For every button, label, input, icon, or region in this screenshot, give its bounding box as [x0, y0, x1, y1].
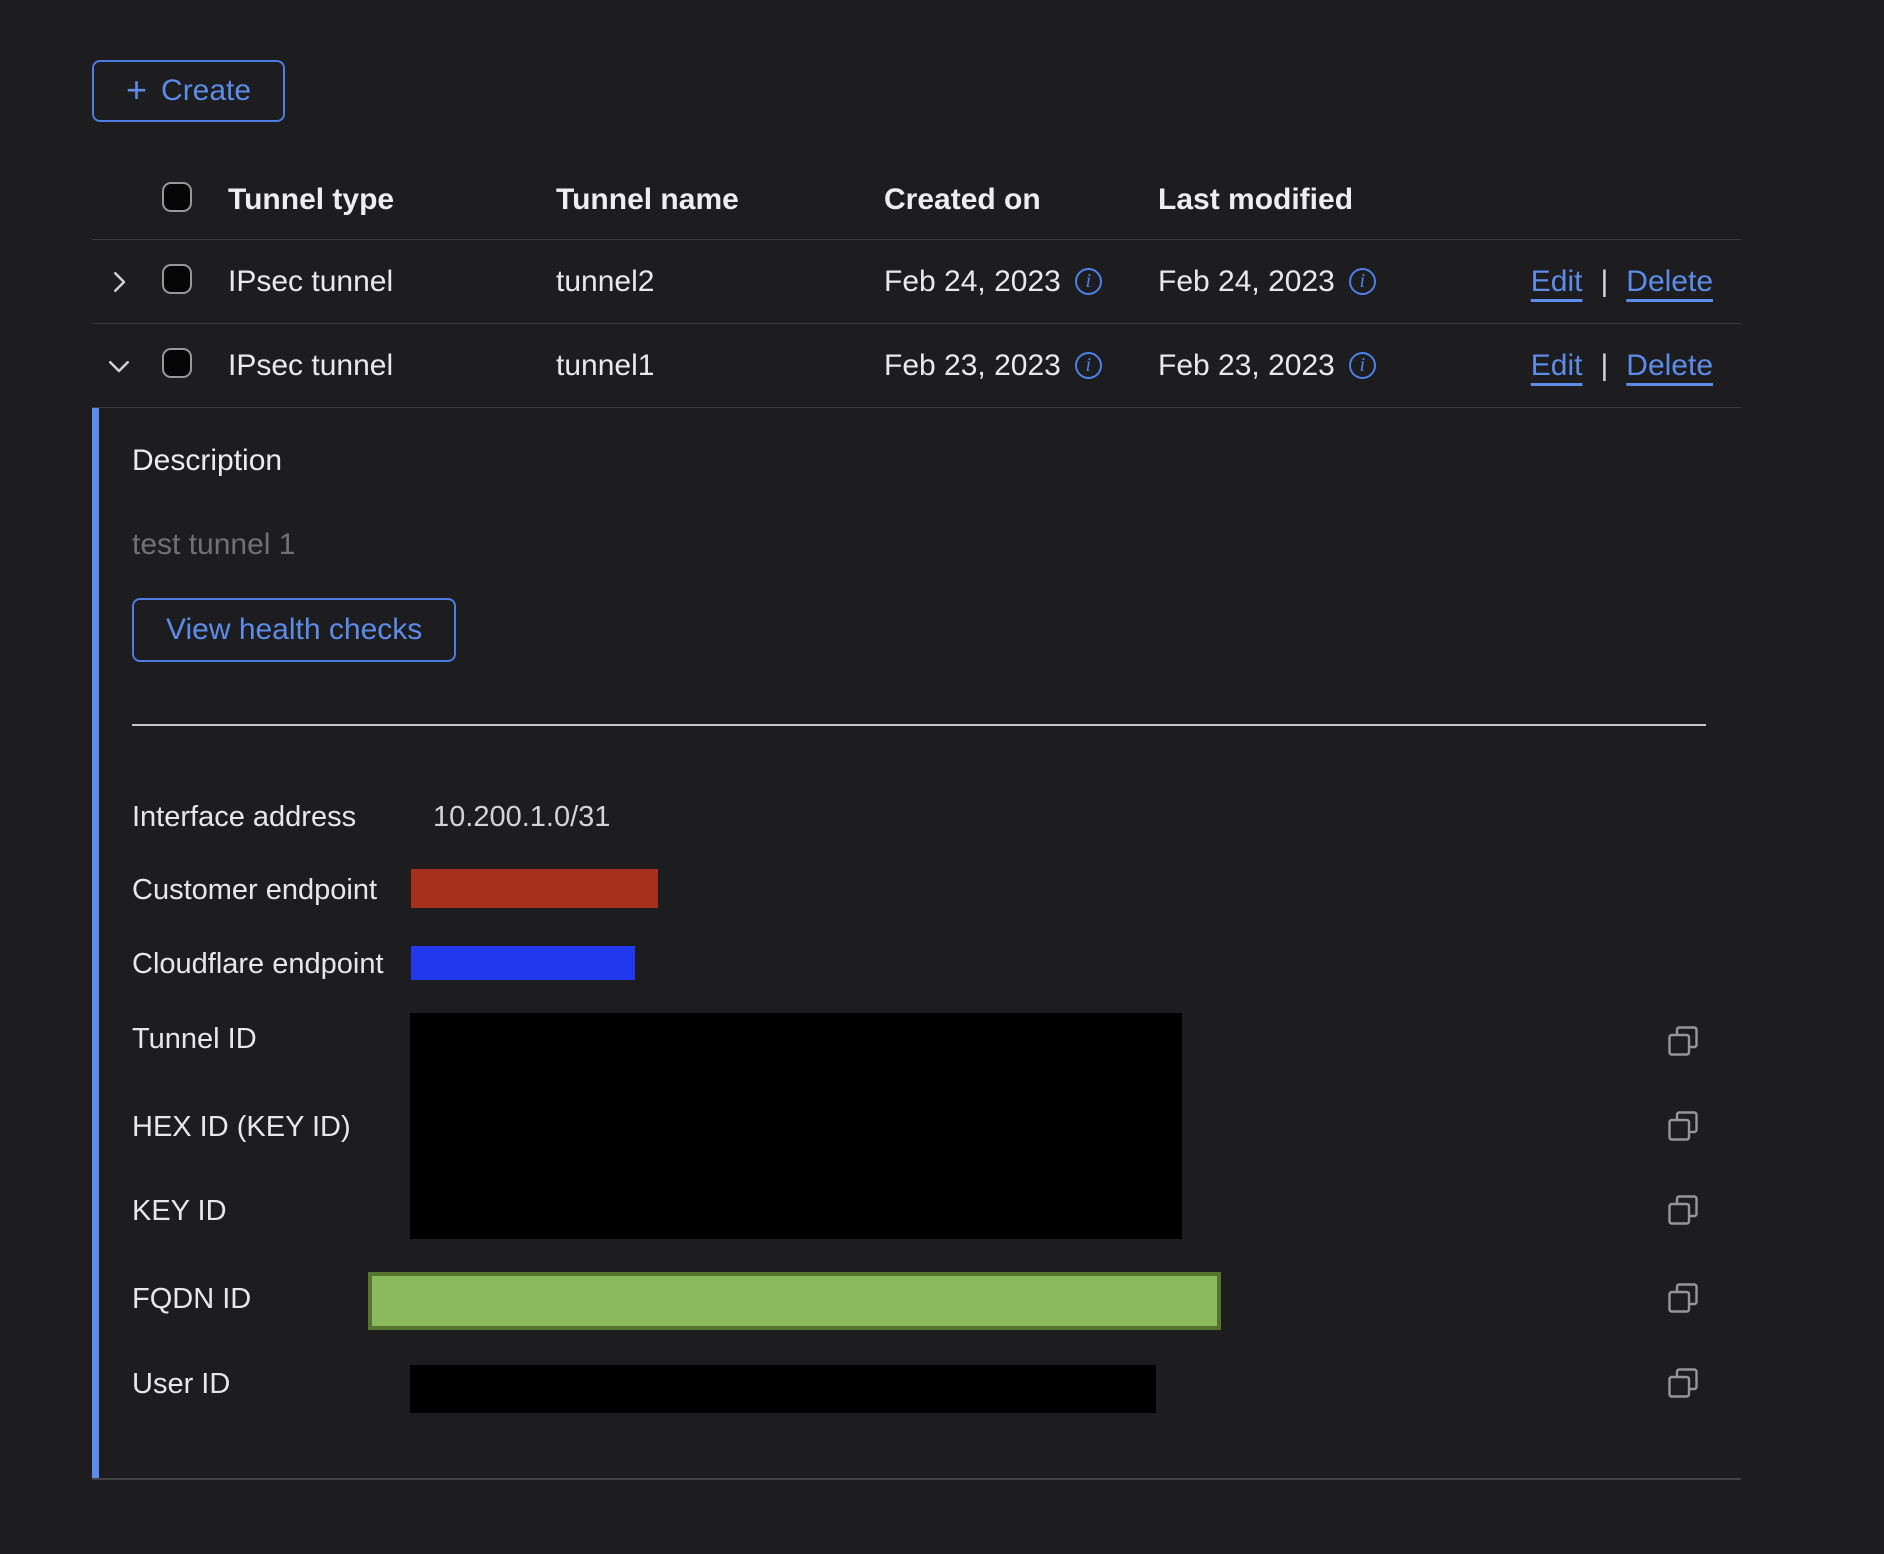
last-modified-cell: Feb 23, 2023	[1158, 349, 1335, 383]
fqdn-id-label: FQDN ID	[132, 1283, 251, 1316]
view-health-checks-button[interactable]: View health checks	[132, 598, 456, 662]
copy-key-id-button[interactable]	[1665, 1192, 1701, 1228]
header-last-modified: Last modified	[1158, 183, 1353, 217]
table-header-row: Tunnel type Tunnel name Created on Last …	[92, 160, 1741, 240]
interface-address-label: Interface address	[132, 801, 356, 834]
key-id-label: KEY ID	[132, 1195, 227, 1228]
chevron-right-icon	[104, 267, 134, 297]
copy-tunnel-id-button[interactable]	[1665, 1023, 1701, 1059]
delete-link[interactable]: Delete	[1626, 265, 1713, 299]
tunnels-page: + Create Tunnel type Tunnel name Created…	[0, 0, 1884, 1554]
user-id-redaction	[410, 1365, 1156, 1413]
user-id-label: User ID	[132, 1368, 230, 1401]
copy-hex-id-button[interactable]	[1665, 1108, 1701, 1144]
copy-icon	[1665, 1023, 1701, 1059]
row-checkbox[interactable]	[162, 264, 192, 294]
cloudflare-endpoint-label: Cloudflare endpoint	[132, 948, 384, 981]
create-button[interactable]: + Create	[92, 60, 285, 122]
description-label: Description	[132, 444, 282, 478]
chevron-down-icon	[104, 351, 134, 381]
copy-icon	[1665, 1192, 1701, 1228]
interface-address-value: 10.200.1.0/31	[433, 801, 610, 834]
copy-fqdn-id-button[interactable]	[1665, 1280, 1701, 1316]
expand-row-button[interactable]	[102, 265, 136, 299]
detail-divider	[132, 724, 1706, 726]
cloudflare-endpoint-redaction	[411, 946, 635, 980]
header-created-on: Created on	[884, 183, 1041, 217]
copy-icon	[1665, 1280, 1701, 1316]
copy-user-id-button[interactable]	[1665, 1365, 1701, 1401]
collapse-row-button[interactable]	[102, 349, 136, 383]
header-tunnel-type: Tunnel type	[228, 183, 394, 217]
table-row: IPsec tunnel tunnel2 Feb 24, 2023 i Feb …	[92, 240, 1741, 324]
table-bottom-divider	[92, 1478, 1741, 1480]
action-separator: |	[1600, 349, 1608, 383]
edit-link[interactable]: Edit	[1531, 349, 1583, 383]
row-checkbox[interactable]	[162, 348, 192, 378]
tunnel-name-cell: tunnel2	[556, 265, 654, 299]
edit-link[interactable]: Edit	[1531, 265, 1583, 299]
plus-icon: +	[126, 72, 147, 108]
delete-link[interactable]: Delete	[1626, 349, 1713, 383]
create-button-label: Create	[161, 74, 251, 108]
action-separator: |	[1600, 265, 1608, 299]
tunnel-name-cell: tunnel1	[556, 349, 654, 383]
tunnel-type-cell: IPsec tunnel	[228, 265, 393, 299]
select-all-checkbox[interactable]	[162, 182, 192, 212]
table-row: IPsec tunnel tunnel1 Feb 23, 2023 i Feb …	[92, 324, 1741, 408]
header-tunnel-name: Tunnel name	[556, 183, 739, 217]
last-modified-cell: Feb 24, 2023	[1158, 265, 1335, 299]
created-on-cell: Feb 23, 2023	[884, 349, 1061, 383]
info-icon[interactable]: i	[1075, 352, 1102, 379]
copy-icon	[1665, 1365, 1701, 1401]
description-value: test tunnel 1	[132, 528, 295, 562]
tunnel-type-cell: IPsec tunnel	[228, 349, 393, 383]
hex-id-label: HEX ID (KEY ID)	[132, 1111, 351, 1144]
info-icon[interactable]: i	[1075, 268, 1102, 295]
info-icon[interactable]: i	[1349, 268, 1376, 295]
tunnel-detail-panel: Description test tunnel 1 View health ch…	[92, 408, 1741, 1481]
expanded-row-accent-bar	[92, 408, 99, 1478]
info-icon[interactable]: i	[1349, 352, 1376, 379]
customer-endpoint-label: Customer endpoint	[132, 874, 377, 907]
fqdn-id-redaction	[368, 1272, 1221, 1330]
ids-redaction	[410, 1013, 1182, 1239]
created-on-cell: Feb 24, 2023	[884, 265, 1061, 299]
customer-endpoint-redaction	[411, 869, 658, 908]
tunnel-id-label: Tunnel ID	[132, 1023, 257, 1056]
copy-icon	[1665, 1108, 1701, 1144]
